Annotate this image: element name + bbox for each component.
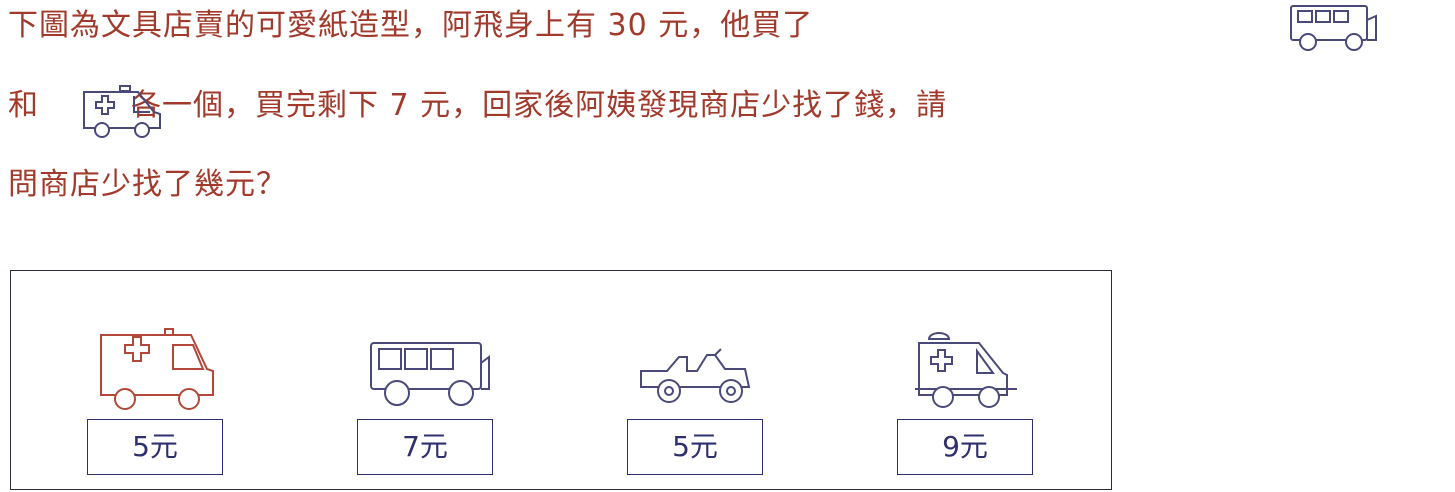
price-tag: 9元: [897, 419, 1033, 475]
price-tag: 5元: [627, 419, 763, 475]
jeep-icon: [640, 348, 751, 403]
ambulance-icon: [78, 84, 166, 144]
price-tag: 7元: [357, 419, 493, 475]
bus-icon: [370, 342, 490, 406]
price-tag: 5元: [87, 419, 223, 475]
bus-icon: [1288, 2, 1380, 58]
question-line-2-post: 各一個，買完剩下 7 元，回家後阿姨發現商店少找了錢，請: [131, 88, 948, 123]
ambulance-small-icon: [915, 332, 1017, 408]
price-list-panel: 5元 7元 5元 9元: [10, 270, 1112, 490]
question-line-3: 問商店少找了幾元？: [8, 167, 287, 202]
question-line-2-pre: 和: [8, 88, 39, 123]
question-line-1: 下圖為文具店賣的可愛紙造型，阿飛身上有 30 元，他買了: [8, 8, 814, 43]
ambulance-icon: [100, 328, 214, 410]
